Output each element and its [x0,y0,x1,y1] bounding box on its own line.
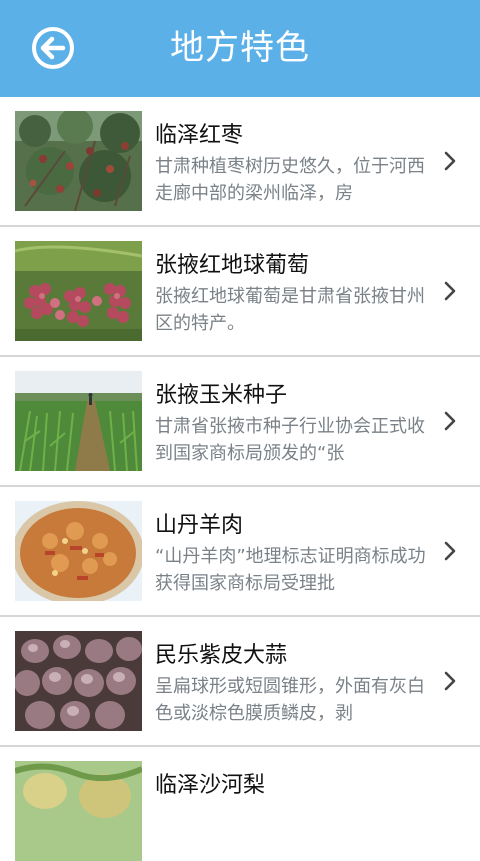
item-name: 临泽沙河梨 [155,773,266,798]
mutton-dish-photo [15,501,142,601]
item-description: “山丹羊肉”地理标志证明商标成功获得国家商标局受理批 [155,546,426,594]
pear-photo [15,761,142,861]
corn-field-photo [15,371,142,471]
list-item-pear[interactable]: 临泽沙河梨 [0,747,480,861]
item-name: 山丹羊肉 [155,513,244,538]
purple-garlic-photo [15,631,142,731]
list-item-garlic[interactable]: 民乐紫皮大蒜 呈扁球形或短圆锥形，外面有灰白色或淡棕色膜质鳞皮，剥 [0,617,480,747]
chevron-right-icon [444,671,456,691]
red-grapes-photo [15,241,142,341]
page-title: 地方特色 [170,28,310,68]
item-name: 临泽红枣 [155,123,244,148]
chevron-right-icon [444,411,456,431]
item-name: 民乐紫皮大蒜 [155,643,288,668]
list-item-jujube[interactable]: 临泽红枣 甘肃种植枣树历史悠久，位于河西走廊中部的梁州临泽，房 [0,97,480,227]
item-name: 张掖红地球葡萄 [155,253,310,278]
list-item-corn-seed[interactable]: 张掖玉米种子 甘肃省张掖市种子行业协会正式收到国家商标局颁发的“张 [0,357,480,487]
chevron-right-icon [444,541,456,561]
list-item-grapes[interactable]: 张掖红地球葡萄 张掖红地球葡萄是甘肃省张掖甘州区的特产。 [0,227,480,357]
app-header: 地方特色 [0,0,480,97]
chevron-right-icon [444,281,456,301]
item-description: 张掖红地球葡萄是甘肃省张掖甘州区的特产。 [155,286,425,334]
list-item-mutton[interactable]: 山丹羊肉 “山丹羊肉”地理标志证明商标成功获得国家商标局受理批 [0,487,480,617]
item-description: 甘肃种植枣树历史悠久，位于河西走廊中部的梁州临泽，房 [155,156,425,204]
specialty-list: 临泽红枣 甘肃种植枣树历史悠久，位于河西走廊中部的梁州临泽，房 张掖红地球葡萄 … [0,97,480,861]
item-name: 张掖玉米种子 [155,383,288,408]
jujube-tree-photo [15,111,142,211]
chevron-right-icon [444,151,456,171]
item-description: 呈扁球形或短圆锥形，外面有灰白色或淡棕色膜质鳞皮，剥 [155,676,425,724]
item-description: 甘肃省张掖市种子行业协会正式收到国家商标局颁发的“张 [155,416,425,464]
